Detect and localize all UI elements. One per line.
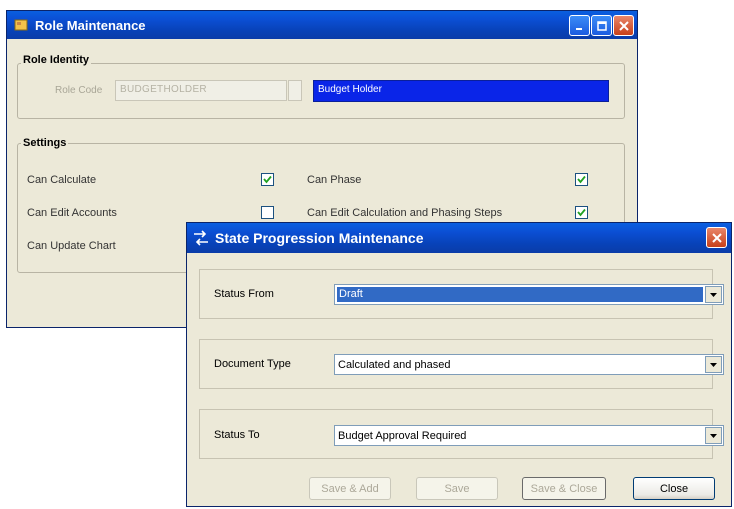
save-add-button[interactable]: Save & Add (309, 477, 391, 500)
can-edit-accounts-label: Can Edit Accounts (27, 207, 117, 219)
chevron-down-icon[interactable] (705, 427, 722, 444)
role-window-title: Role Maintenance (35, 17, 146, 33)
state-window-title: State Progression Maintenance (215, 230, 424, 246)
can-edit-steps-checkbox[interactable] (575, 206, 588, 219)
close-button[interactable]: Close (633, 477, 715, 500)
role-identity-heading: Role Identity (21, 54, 92, 66)
status-from-panel: Status From Draft (199, 269, 724, 319)
status-to-panel: Status To Budget Approval Required (199, 409, 724, 459)
can-phase-label: Can Phase (307, 174, 362, 186)
status-to-label: Status To (214, 429, 260, 441)
close-icon[interactable] (613, 15, 634, 36)
role-code-dropdown-icon[interactable] (288, 80, 302, 101)
can-calculate-checkbox[interactable] (261, 173, 274, 186)
settings-heading: Settings (21, 137, 69, 149)
status-to-select[interactable]: Budget Approval Required (334, 425, 724, 446)
document-type-value: Calculated and phased (338, 358, 451, 371)
state-progression-window: State Progression Maintenance Status Fro… (186, 222, 732, 507)
can-edit-accounts-checkbox[interactable] (261, 206, 274, 219)
can-update-chart-label: Can Update Chart (27, 240, 116, 252)
document-type-label: Document Type (214, 358, 291, 370)
state-window-titlebar[interactable]: State Progression Maintenance (187, 223, 731, 253)
status-to-value: Budget Approval Required (338, 429, 467, 442)
save-button[interactable]: Save (416, 477, 498, 500)
chevron-down-icon[interactable] (705, 286, 722, 303)
role-code-label: Role Code (55, 85, 103, 96)
save-close-button[interactable]: Save & Close (522, 477, 606, 500)
state-transition-icon (193, 230, 209, 246)
role-name-field[interactable]: Budget Holder (313, 80, 609, 102)
maximize-icon[interactable] (591, 15, 612, 36)
document-type-panel: Document Type Calculated and phased (199, 339, 724, 389)
document-type-select[interactable]: Calculated and phased (334, 354, 724, 375)
minimize-icon[interactable] (569, 15, 590, 36)
role-window-titlebar[interactable]: Role Maintenance (7, 11, 637, 39)
role-app-icon (13, 17, 29, 33)
status-from-value: Draft (337, 287, 703, 302)
status-from-select[interactable]: Draft (334, 284, 724, 305)
chevron-down-icon[interactable] (705, 356, 722, 373)
can-edit-steps-label: Can Edit Calculation and Phasing Steps (307, 207, 503, 219)
can-calculate-label: Can Calculate (27, 174, 97, 186)
role-code-field[interactable]: BUDGETHOLDER (115, 80, 287, 101)
dialog-close-icon[interactable] (706, 227, 727, 248)
status-from-label: Status From (214, 288, 274, 300)
can-phase-checkbox[interactable] (575, 173, 588, 186)
